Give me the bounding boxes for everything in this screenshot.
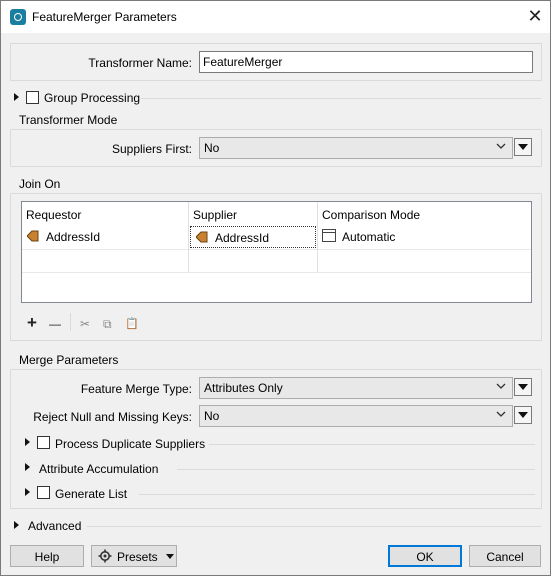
group-processing-label: Group Processing [44,91,141,105]
join-keys-table: Requestor Supplier Comparison Mode Addre… [21,201,532,303]
comparison-mode-icon [322,229,336,242]
window-title: FeatureMerger Parameters [32,10,177,24]
feature-merge-type-menu-button[interactable] [514,378,532,396]
generate-list-checkbox[interactable] [37,486,50,499]
gear-icon [98,549,112,563]
feature-merge-type-label: Feature Merge Type: [80,382,192,396]
supplier-cell[interactable]: AddressId [190,226,316,248]
column-header-comparison-mode[interactable]: Comparison Mode [322,208,420,222]
divider [87,526,541,527]
suppliers-first-value: No [204,141,220,155]
dialog-window: FeatureMerger Parameters ✕ Transformer N… [0,0,551,576]
attribute-icon [196,231,208,243]
comparison-mode-value: Automatic [342,230,396,244]
feature-merge-type-select[interactable]: Attributes Only [199,377,513,399]
row-divider [22,272,531,273]
process-duplicate-suppliers-checkbox[interactable] [37,436,50,449]
feature-merge-type-value: Attributes Only [204,381,283,395]
requestor-value: AddressId [46,230,101,244]
expand-generate-list-icon[interactable] [25,488,30,496]
reject-null-menu-button[interactable] [514,406,532,424]
divider [209,444,535,445]
join-on-section-title: Join On [19,177,61,191]
ok-button[interactable]: OK [388,545,462,567]
generate-list-label: Generate List [55,487,128,501]
transformer-name-input[interactable]: FeatureMerger [199,51,533,73]
cancel-button[interactable]: Cancel [469,545,541,567]
dropdown-arrow-icon [166,554,174,559]
copy-button[interactable]: ⧉ [103,317,112,331]
merge-parameters-group: Feature Merge Type: Attributes Only Reje… [10,369,542,509]
join-on-group: Requestor Supplier Comparison Mode Addre… [10,193,542,341]
reject-null-value: No [204,409,220,423]
divider [141,98,541,99]
reject-null-label: Reject Null and Missing Keys: [33,410,192,424]
column-header-requestor[interactable]: Requestor [26,208,81,222]
expand-advanced-icon[interactable] [14,521,19,529]
remove-row-button[interactable]: — [49,317,61,331]
process-duplicate-suppliers-label: Process Duplicate Suppliers [55,437,206,451]
add-row-button[interactable]: + [27,314,37,331]
column-header-supplier[interactable]: Supplier [193,208,237,222]
divider [139,494,535,495]
chevron-down-icon [496,143,506,149]
group-processing-checkbox[interactable] [26,91,39,104]
presets-button[interactable]: Presets [91,545,177,567]
transformer-mode-section-title: Transformer Mode [19,113,118,127]
transformer-name-group: Transformer Name: FeatureMerger [10,43,542,81]
comparison-mode-cell[interactable]: Automatic [318,226,532,248]
chevron-down-icon [496,383,506,389]
merge-parameters-section-title: Merge Parameters [19,353,119,367]
transformer-name-label: Transformer Name: [88,56,192,70]
requestor-cell[interactable]: AddressId [22,226,188,248]
suppliers-first-menu-button[interactable] [514,138,532,156]
divider [177,469,535,470]
expand-attribute-accumulation-icon[interactable] [25,463,30,471]
attribute-icon [27,230,39,242]
attribute-accumulation-label: Attribute Accumulation [39,462,159,476]
cut-button[interactable]: ✂ [80,317,90,331]
help-button[interactable]: Help [10,545,84,567]
reject-null-select[interactable]: No [199,405,513,427]
close-button[interactable]: ✕ [520,1,550,33]
transformer-mode-group: Suppliers First: No [10,129,542,167]
chevron-down-icon [496,411,506,417]
advanced-label: Advanced [28,519,82,533]
suppliers-first-select[interactable]: No [199,137,513,159]
expand-duplicate-suppliers-icon[interactable] [25,438,30,446]
suppliers-first-label: Suppliers First: [111,142,192,156]
paste-button[interactable]: 📋 [125,317,139,331]
row-divider [22,249,531,250]
supplier-value: AddressId [215,231,270,245]
fme-app-icon [10,9,26,25]
presets-label: Presets [117,550,158,564]
toolbar-divider [70,313,71,331]
title-bar: FeatureMerger Parameters ✕ [1,1,550,33]
expand-group-processing-icon[interactable] [14,93,19,101]
